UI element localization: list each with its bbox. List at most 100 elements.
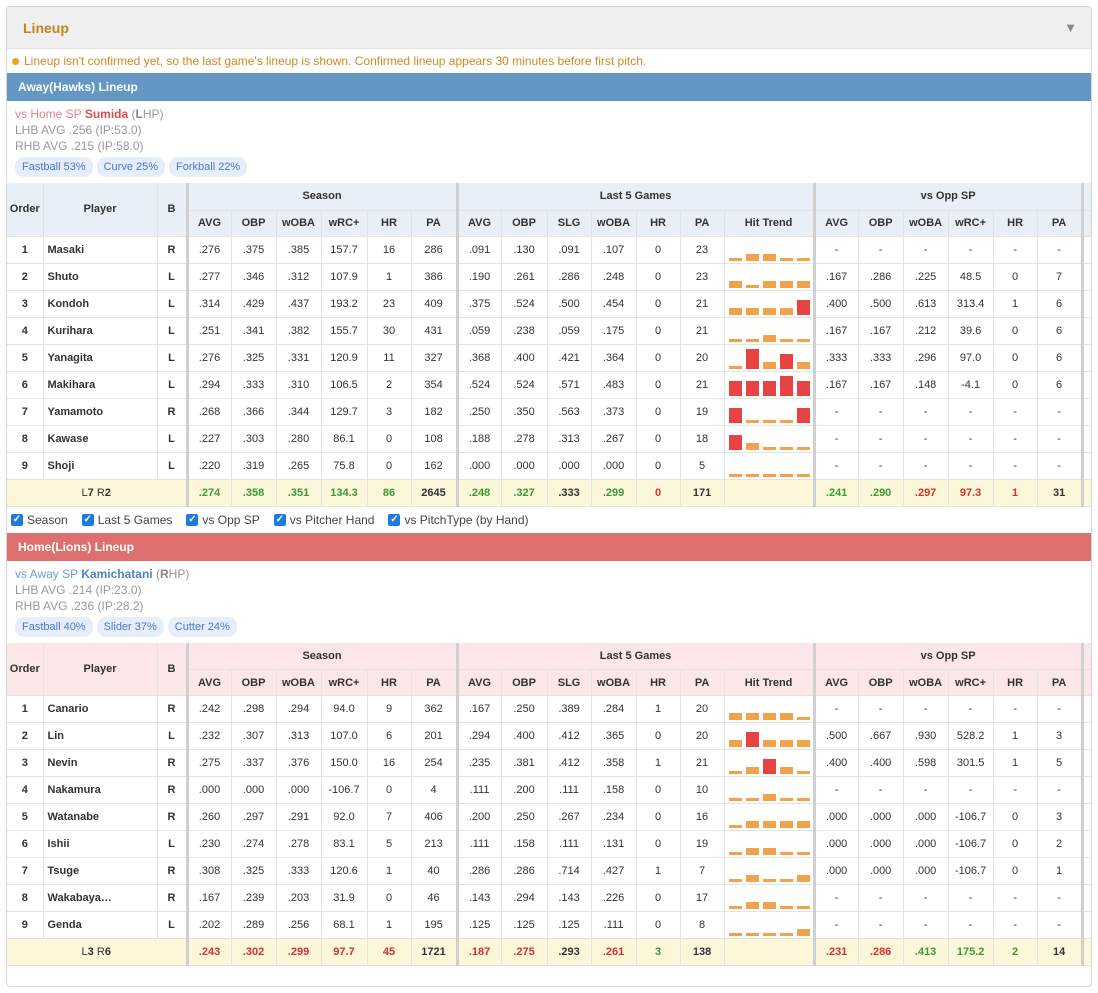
player-name[interactable]: Tsuge <box>43 857 158 885</box>
season-col-header[interactable]: OBP <box>231 210 277 237</box>
season-stat: 40 <box>411 857 459 885</box>
vsopp-col-header[interactable]: PA <box>1037 669 1084 696</box>
season-col-header[interactable]: PA <box>411 669 459 696</box>
filter-last5-checkbox[interactable]: ✓ Last 5 Games <box>81 513 172 527</box>
player-name[interactable]: Canario <box>43 695 158 723</box>
last5-col-header[interactable]: AVG <box>457 669 502 696</box>
vsopp-total: 31 <box>1037 479 1084 507</box>
vsopp-col-header[interactable]: AVG <box>814 210 859 237</box>
filter-hand-checkbox[interactable]: ✓ vs Pitcher Hand <box>273 513 374 527</box>
table-row[interactable]: 2 Shuto L .277.346.312 107.9 1 386.190.261.286… <box>7 263 1091 291</box>
table-row[interactable]: 7 Yamamoto R .268.366.344 129.7 3 182.250.350.… <box>7 398 1091 426</box>
last5-col-header[interactable]: AVG <box>457 210 502 237</box>
season-col-header[interactable]: PA <box>411 210 459 237</box>
last5-col-header[interactable]: Hit Trend <box>724 210 816 237</box>
last5-col-header[interactable]: PA <box>680 210 725 237</box>
vsopp-col-header[interactable]: OBP <box>858 210 904 237</box>
table-row[interactable]: 4 Nakamura R .000.000.000 -106.7 0 4.111.200.1… <box>7 776 1091 804</box>
season-col-header[interactable]: HR <box>367 669 412 696</box>
table-row[interactable]: 8 Wakabaya… R .167.239.203 31.9 0 46.143.294.1… <box>7 884 1091 912</box>
player-name[interactable]: Genda <box>43 911 158 939</box>
table-row[interactable]: 8 Kawase L .227.303.280 86.1 0 108.188.278.313… <box>7 425 1091 453</box>
table-row[interactable]: 9 Shoji L .220.319.265 75.8 0 162.000.000.000.… <box>7 452 1091 480</box>
table-row[interactable]: 3 Kondoh L .314.429.437 193.2 23 409.375.524.5… <box>7 290 1091 318</box>
last5-col-header[interactable]: OBP <box>501 210 548 237</box>
home-sp-name[interactable]: Kamichatani <box>81 567 152 581</box>
vsopp-col-header[interactable]: wRC+ <box>948 669 994 696</box>
player-name[interactable]: Yanagita <box>43 344 158 372</box>
last5-col-header[interactable]: SLG <box>547 669 592 696</box>
table-row[interactable]: 1 Canario R .242.298.294 94.0 9 362.167.250.38… <box>7 695 1091 723</box>
vsopp-stat: 0 <box>993 830 1038 858</box>
table-row[interactable]: 5 Yanagita L .276.325.331 120.9 11 327.368.400… <box>7 344 1091 372</box>
checkbox-checked-icon: ✓ <box>388 513 401 526</box>
hit-trend-chart <box>724 830 816 858</box>
filter-pitchtype-checkbox[interactable]: ✓ vs PitchType (by Hand) <box>388 513 529 527</box>
season-col-header[interactable]: wOBA <box>276 210 322 237</box>
last5-stat: 0 <box>636 236 681 264</box>
season-stat: .274 <box>231 830 277 858</box>
table-row[interactable]: 4 Kurihara L .251.341.382 155.7 30 431.059.238… <box>7 317 1091 345</box>
table-row[interactable]: 7 Tsuge R .308.325.333 120.6 1 40.286.286.714.… <box>7 857 1091 885</box>
player-name[interactable]: Yamamoto <box>43 398 158 426</box>
player-name[interactable]: Nevin <box>43 749 158 777</box>
table-row[interactable]: 6 Makihara L .294.333.310 106.5 2 354.524.524.… <box>7 371 1091 399</box>
vsopp-stat: - <box>814 695 859 723</box>
last5-col-header[interactable]: PA <box>680 669 725 696</box>
vsopp-col-header[interactable]: PA <box>1037 210 1084 237</box>
season-col-header[interactable]: wRC+ <box>321 210 368 237</box>
table-row[interactable]: 1 Masaki R .276.375.385 157.7 16 286.091.130.0… <box>7 236 1091 264</box>
player-name[interactable]: Shoji <box>43 452 158 480</box>
last5-col-header[interactable]: HR <box>636 210 681 237</box>
table-row[interactable]: 6 Ishii L .230.274.278 83.1 5 213.111.158.111.… <box>7 830 1091 858</box>
player-name[interactable]: Kondoh <box>43 290 158 318</box>
last5-col-header[interactable]: Hit Trend <box>724 669 816 696</box>
table-row[interactable]: 5 Watanabe R .260.297.291 92.0 7 406.200.250.2… <box>7 803 1091 831</box>
table-row[interactable]: 9 Genda L .202.289.256 68.1 1 195.125.125.125.… <box>7 911 1091 939</box>
table-row[interactable]: 3 Nevin R .275.337.376 150.0 16 254.235.381.41… <box>7 749 1091 777</box>
vsopp-col-header[interactable]: wOBA <box>903 210 949 237</box>
season-col-header[interactable]: AVG <box>187 210 232 237</box>
away-sp-name[interactable]: Sumida <box>85 107 128 121</box>
season-col-header[interactable]: HR <box>367 210 412 237</box>
last5-stat: .059 <box>547 317 592 345</box>
player-name[interactable]: Makihara <box>43 371 158 399</box>
last5-col-header[interactable]: OBP <box>501 669 548 696</box>
player-name[interactable]: Ishii <box>43 830 158 858</box>
vsopp-col-header[interactable]: HR <box>993 210 1038 237</box>
season-stat: .167 <box>187 884 232 912</box>
season-col-header[interactable]: wRC+ <box>321 669 368 696</box>
vsopp-col-header[interactable]: HR <box>993 669 1038 696</box>
last5-stat: .261 <box>501 263 548 291</box>
vsopp-col-header[interactable]: AVG <box>814 669 859 696</box>
last5-col-header[interactable]: wOBA <box>591 210 637 237</box>
season-col-header[interactable]: AVG <box>187 669 232 696</box>
last5-col-header[interactable]: wOBA <box>591 669 637 696</box>
season-col-header[interactable]: wOBA <box>276 669 322 696</box>
vsopp-col-header[interactable]: wOBA <box>903 669 949 696</box>
vsopp-col-header[interactable]: OBP <box>858 669 904 696</box>
last5-col-header[interactable]: SLG <box>547 210 592 237</box>
extra-col-header[interactable]: AVG <box>1082 210 1091 237</box>
filter-season-checkbox[interactable]: ✓ Season <box>11 513 68 527</box>
last5-col-header[interactable]: HR <box>636 669 681 696</box>
player-name[interactable]: Kawase <box>43 425 158 453</box>
player-name[interactable]: Watanabe <box>43 803 158 831</box>
last5-stat: .483 <box>591 371 637 399</box>
player-name[interactable]: Kurihara <box>43 317 158 345</box>
table-row[interactable]: 2 Lin L .232.307.313 107.0 6 201.294.400.412.3… <box>7 722 1091 750</box>
last5-stat: .373 <box>591 398 637 426</box>
vsopp-col-header[interactable]: wRC+ <box>948 210 994 237</box>
player-name[interactable]: Masaki <box>43 236 158 264</box>
player-name[interactable]: Wakabaya… <box>43 884 158 912</box>
player-name[interactable]: Lin <box>43 722 158 750</box>
vsopp-stat: - <box>993 398 1038 426</box>
player-name[interactable]: Shuto <box>43 263 158 291</box>
player-name[interactable]: Nakamura <box>43 776 158 804</box>
lineup-header[interactable]: Lineup ▼ <box>7 7 1091 49</box>
extra-col-header[interactable]: AVG <box>1082 669 1091 696</box>
batting-order: 9 <box>7 911 44 939</box>
collapse-caret-icon[interactable]: ▼ <box>1064 20 1077 35</box>
season-col-header[interactable]: OBP <box>231 669 277 696</box>
filter-vsopp-checkbox[interactable]: ✓ vs Opp SP <box>186 513 260 527</box>
